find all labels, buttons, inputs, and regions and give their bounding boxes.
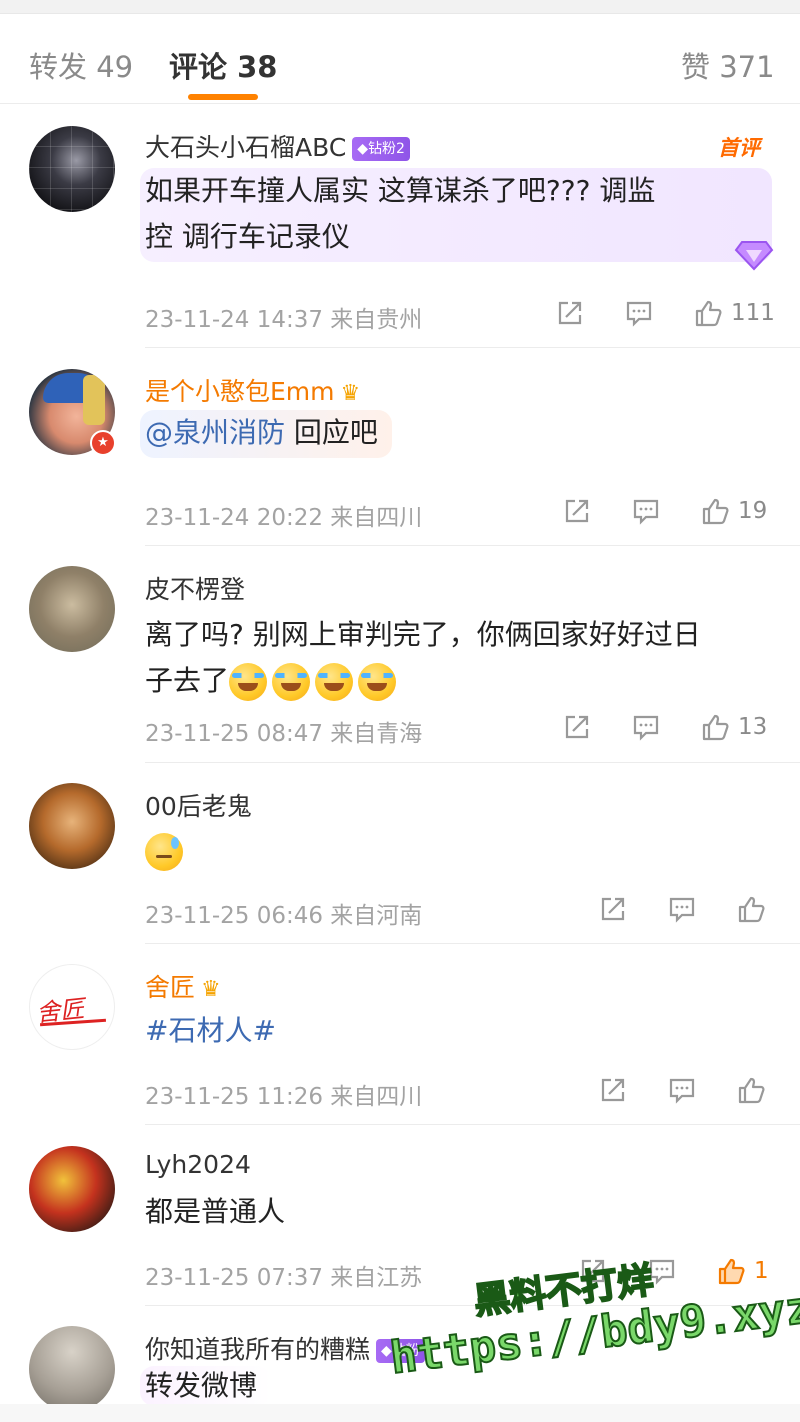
- share-button[interactable]: [562, 495, 592, 527]
- top-strip: [0, 0, 800, 14]
- avatar[interactable]: [29, 783, 115, 869]
- like-icon: [695, 300, 722, 327]
- comment-author[interactable]: 大石头小石榴ABC ◆钻粉2: [145, 128, 410, 164]
- watermark: 黑料不打烊 https://bdy9.xyz: [380, 1221, 800, 1421]
- share-icon: [565, 499, 589, 523]
- verified-badge-icon: ★: [90, 430, 116, 456]
- comment-meta: 23-11-25 11:26 来自四川: [145, 1084, 423, 1110]
- like-button[interactable]: 19: [700, 495, 767, 527]
- crown-icon: ♛: [201, 976, 221, 1002]
- fan-badge: ◆钻粉2: [352, 137, 410, 161]
- comment-text-span: 回应吧: [285, 416, 378, 449]
- share-icon: [601, 1078, 625, 1102]
- author-name[interactable]: 大石头小石榴ABC: [145, 133, 346, 162]
- share-icon: [558, 301, 582, 325]
- avatar[interactable]: [29, 126, 115, 212]
- like-button[interactable]: [736, 893, 766, 925]
- like-button[interactable]: 13: [700, 711, 767, 743]
- avatar[interactable]: 舍匠: [29, 964, 115, 1050]
- divider: [145, 762, 800, 763]
- comment-meta: 23-11-24 14:37 来自贵州: [145, 307, 423, 333]
- like-icon: [738, 896, 765, 923]
- laughing-crying-emoji-icon: [358, 663, 397, 701]
- comment-author[interactable]: 舍匠 ♛: [145, 968, 221, 1004]
- comment-meta: 23-11-25 06:46 来自河南: [145, 903, 423, 929]
- avatar[interactable]: [29, 1146, 115, 1232]
- mention-link[interactable]: @泉州消防: [145, 416, 285, 449]
- comment-text-line: 子去了: [145, 658, 701, 704]
- like-button[interactable]: [736, 1074, 766, 1106]
- bottom-strip: [0, 1404, 800, 1422]
- reply-button[interactable]: [667, 1074, 697, 1106]
- comment-text: [145, 828, 188, 874]
- share-button[interactable]: [562, 711, 592, 743]
- like-icon: [702, 714, 729, 741]
- comment-author[interactable]: 是个小憨包Emm ♛: [145, 372, 360, 408]
- sweat-emoji-icon: [145, 833, 183, 871]
- comment-text-span: 转发微博: [145, 1369, 258, 1402]
- topic-link[interactable]: #石材人#: [145, 1014, 276, 1047]
- laughing-crying-emoji-icon: [229, 663, 268, 701]
- avatar[interactable]: [29, 1326, 115, 1412]
- comment-meta: 23-11-24 20:22 来自四川: [145, 505, 423, 531]
- comment-icon: [633, 499, 659, 525]
- tab-repost[interactable]: 转发 49: [29, 44, 133, 86]
- comment-icon: [669, 1078, 695, 1104]
- comment-text: 离了吗? 别网上审判完了，你俩回家好好过日 子去了: [145, 612, 701, 704]
- comment-text: #石材人#: [145, 1008, 276, 1054]
- like-count: 111: [731, 300, 775, 326]
- comment-icon: [669, 897, 695, 923]
- divider: [145, 1124, 800, 1125]
- divider: [145, 943, 800, 944]
- like-button[interactable]: 111: [693, 297, 775, 329]
- comment-text-line: 控 调行车记录仪: [145, 220, 350, 253]
- diamond-icon: [734, 241, 774, 271]
- comment-text-line: 如果开车撞人属实 这算谋杀了吧??? 调监: [145, 174, 656, 207]
- reply-button[interactable]: [624, 297, 654, 329]
- active-tab-indicator: [188, 94, 258, 100]
- laughing-crying-emoji-icon: [315, 663, 354, 701]
- like-icon: [702, 498, 729, 525]
- comment-text-span: 子去了: [145, 664, 230, 697]
- share-button[interactable]: [598, 1074, 628, 1106]
- like-count: 13: [738, 714, 768, 740]
- author-name[interactable]: 是个小憨包Emm: [145, 377, 335, 406]
- reply-button[interactable]: [667, 893, 697, 925]
- comment-text: @泉州消防 回应吧: [140, 410, 392, 458]
- author-name[interactable]: 你知道我所有的糟糕: [145, 1335, 370, 1364]
- comment-icon: [626, 301, 652, 327]
- tab-bar: 转发 49 评论 38 赞 371: [0, 14, 800, 104]
- fan-badge-label: 钻粉2: [368, 141, 405, 157]
- comment-text-line: 离了吗? 别网上审判完了，你俩回家好好过日: [145, 618, 701, 651]
- comment-text: 如果开车撞人属实 这算谋杀了吧??? 调监 控 调行车记录仪: [140, 168, 772, 262]
- comment-text: 转发微博: [140, 1366, 272, 1406]
- divider: [145, 347, 800, 348]
- author-name[interactable]: 00后老鬼: [145, 787, 252, 823]
- laughing-crying-emoji-icon: [272, 663, 311, 701]
- like-icon: [738, 1077, 765, 1104]
- comment-text: 都是普通人: [145, 1189, 285, 1235]
- author-name[interactable]: 皮不楞登: [145, 570, 245, 606]
- comment-icon: [633, 715, 659, 741]
- comment-meta: 23-11-25 08:47 来自青海: [145, 721, 423, 747]
- crown-icon: ♛: [340, 380, 361, 406]
- share-button[interactable]: [598, 893, 628, 925]
- comment-text-span: 都是普通人: [145, 1195, 286, 1228]
- avatar[interactable]: [29, 566, 115, 652]
- comment-author[interactable]: 你知道我所有的糟糕 ◆钻粉: [145, 1330, 425, 1366]
- author-name[interactable]: 舍匠: [145, 973, 195, 1002]
- first-comment-tag: 首评: [718, 136, 760, 160]
- reply-button[interactable]: [631, 495, 661, 527]
- author-name[interactable]: Lyh2024: [145, 1150, 251, 1179]
- share-button[interactable]: [555, 297, 585, 329]
- share-icon: [601, 897, 625, 921]
- tab-comment[interactable]: 评论 38: [169, 44, 277, 86]
- reply-button[interactable]: [631, 711, 661, 743]
- share-icon: [565, 715, 589, 739]
- divider: [145, 545, 800, 546]
- tab-like[interactable]: 赞 371: [681, 44, 775, 86]
- like-count: 19: [738, 498, 768, 524]
